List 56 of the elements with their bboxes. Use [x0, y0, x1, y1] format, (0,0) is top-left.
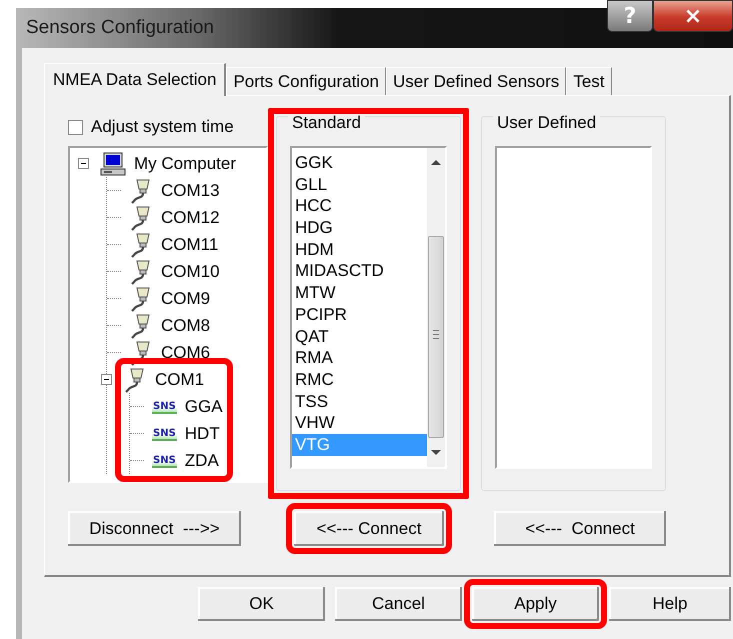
serial-port-icon — [131, 206, 150, 230]
serial-port-icon — [131, 179, 150, 204]
sensor-icon: SNS — [152, 454, 177, 468]
serial-port-icon — [131, 233, 150, 258]
sensor-icon: SNS — [152, 426, 177, 440]
window-title: Sensors Configuration — [26, 17, 214, 39]
list-item[interactable]: GLL — [292, 174, 427, 196]
list-item[interactable]: QAT — [292, 326, 427, 348]
tree-item[interactable]: GGA — [182, 396, 225, 416]
sensor-icon: SNS — [152, 400, 177, 414]
tree-item[interactable]: COM12 — [159, 208, 222, 228]
tree-item[interactable]: COM11 — [159, 234, 220, 254]
tree-item[interactable]: COM10 — [159, 262, 222, 282]
tree-item[interactable]: My Computer — [132, 154, 238, 174]
list-item[interactable]: HDG — [292, 217, 427, 239]
tree-item[interactable]: HDT — [182, 424, 222, 444]
close-button[interactable]: × — [653, 0, 733, 32]
tree-item[interactable]: ZDA — [182, 450, 221, 470]
help-button[interactable]: Help — [609, 587, 731, 621]
list-item[interactable]: VHW — [292, 412, 427, 434]
expand-toggle[interactable] — [78, 158, 89, 169]
tab[interactable]: Ports Configuration — [226, 67, 386, 95]
serial-port-icon — [131, 341, 150, 366]
list-item[interactable]: GGK — [292, 152, 427, 174]
list-item[interactable]: PCIPR — [292, 304, 427, 326]
computer-icon — [100, 152, 126, 175]
tree-item[interactable]: COM13 — [159, 180, 222, 200]
serial-port-icon — [131, 260, 150, 284]
tree-item[interactable]: COM8 — [159, 316, 212, 336]
list-item[interactable]: MTW — [292, 282, 427, 304]
tab[interactable]: Test — [566, 67, 612, 95]
connect-button[interactable]: <<--- Connect — [294, 511, 444, 546]
tab[interactable]: NMEA Data Selection — [44, 63, 226, 96]
list-item[interactable]: TSS — [292, 390, 427, 412]
tree-item[interactable]: COM9 — [159, 288, 212, 308]
ok-button[interactable]: OK — [198, 587, 325, 621]
connect-button[interactable]: <<--- Connect — [494, 511, 666, 546]
scrollbar[interactable] — [427, 148, 445, 467]
tree-item[interactable]: COM6 — [159, 342, 212, 362]
disconnect-button[interactable]: Disconnect --->> — [68, 511, 241, 546]
serial-port-icon — [131, 287, 150, 312]
expand-toggle[interactable] — [101, 374, 112, 385]
list-item[interactable]: HCC — [292, 195, 427, 218]
list-item[interactable]: MIDASCTD — [292, 260, 427, 282]
tab[interactable]: User Defined Sensors — [386, 67, 566, 95]
cancel-button[interactable]: Cancel — [335, 587, 462, 621]
list-item[interactable]: HDM — [292, 238, 427, 260]
checkbox[interactable] — [68, 120, 83, 134]
list-item[interactable]: RMA — [292, 347, 427, 369]
list-box[interactable]: GGK GLL HCC HDG HDM MIDASCTD MTW PCIPR QAT RMA RMC TSS VHW VTG — [290, 146, 447, 469]
list-item[interactable]: RMC — [292, 368, 427, 391]
serial-port-icon — [131, 314, 150, 338]
checkbox-label[interactable]: Adjust system time — [91, 117, 234, 137]
tree-item[interactable]: COM1 — [153, 370, 206, 390]
serial-port-icon — [125, 368, 144, 392]
apply-button[interactable]: Apply — [472, 587, 599, 621]
